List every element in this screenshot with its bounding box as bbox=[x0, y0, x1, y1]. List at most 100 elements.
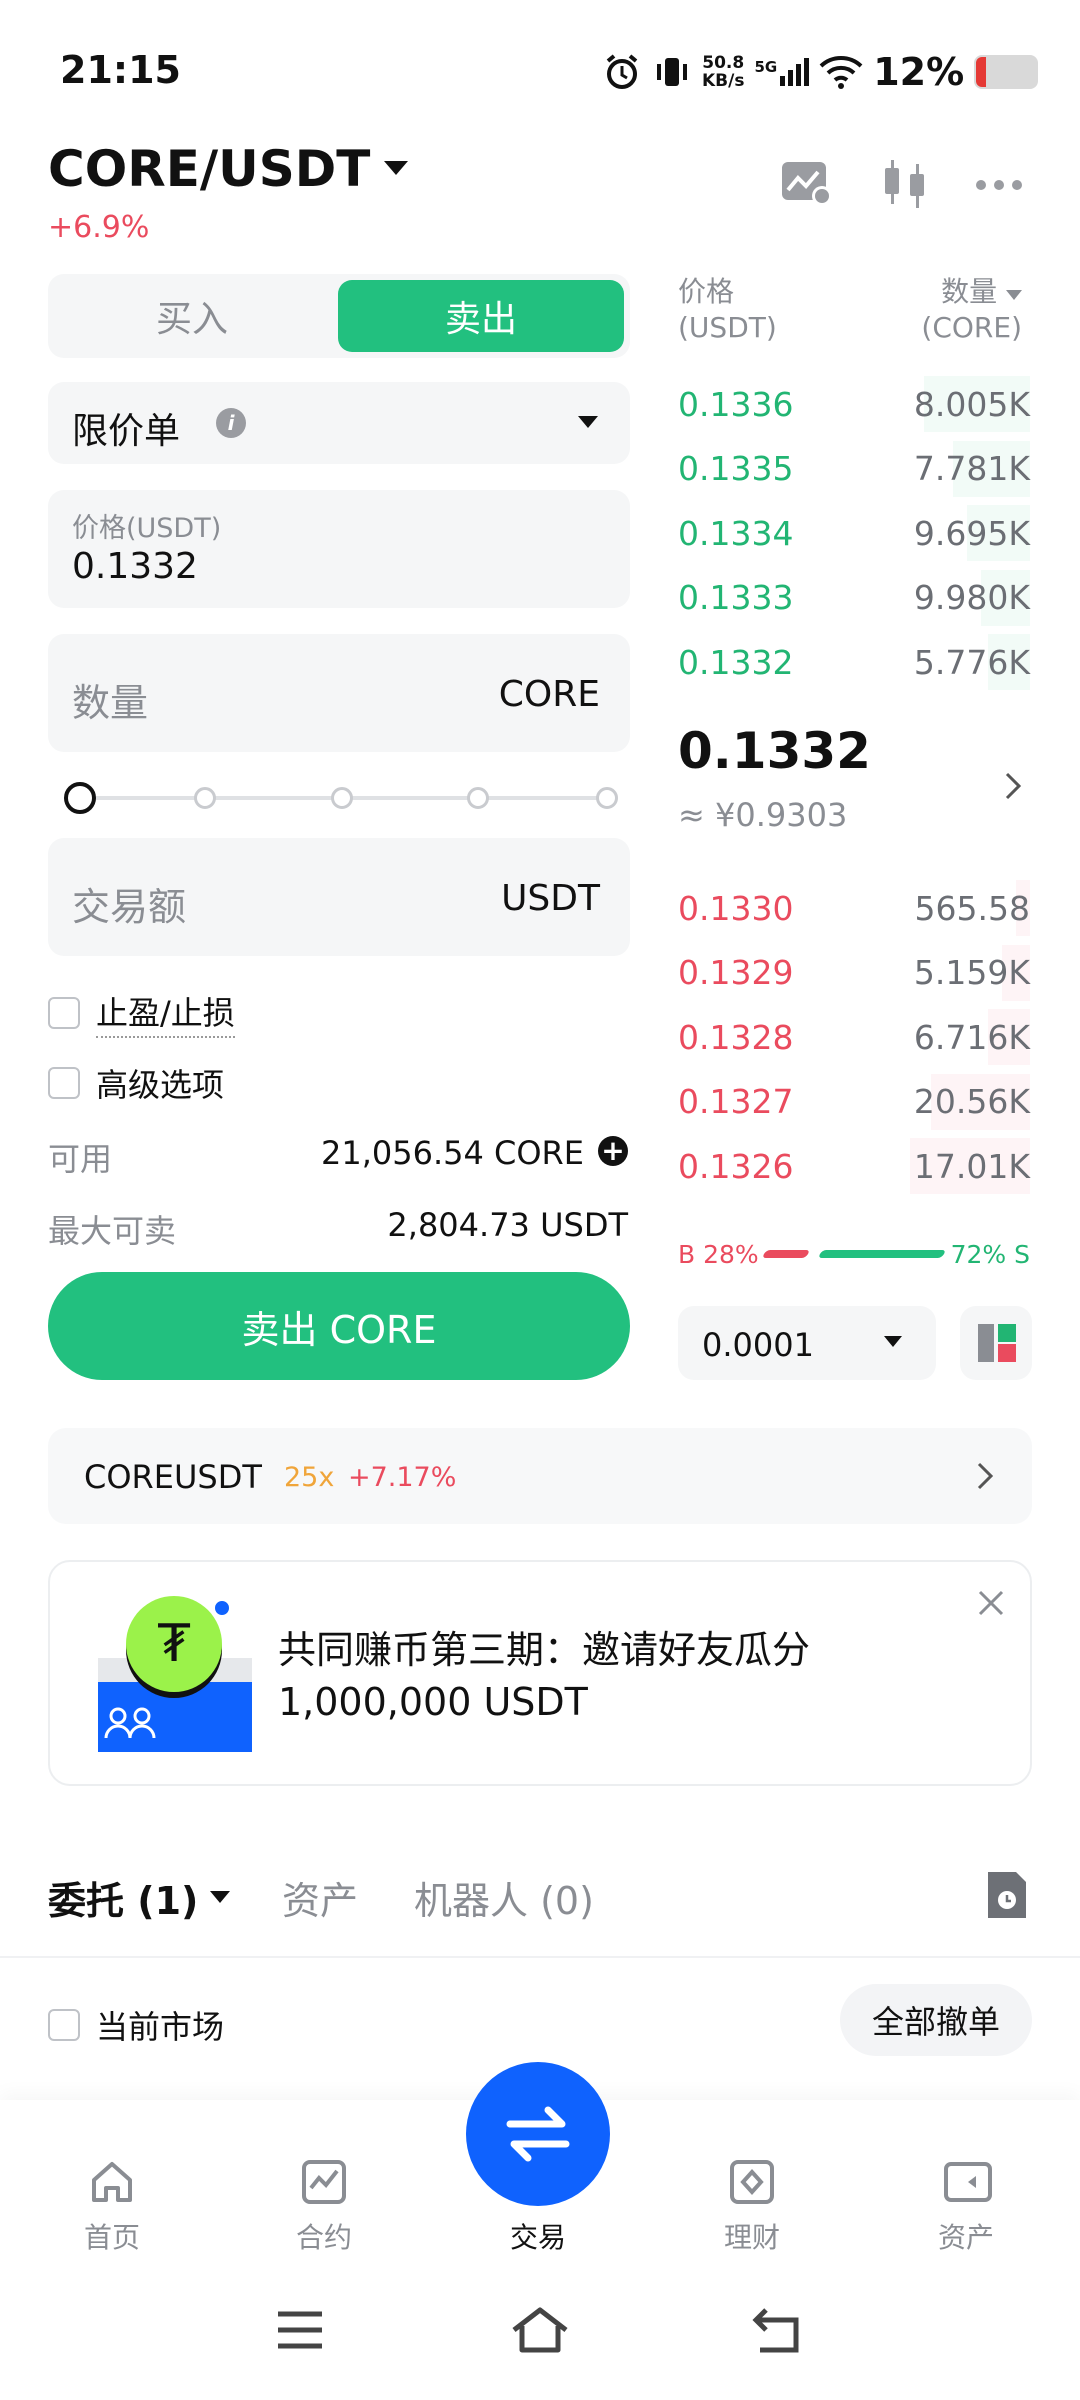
futures-change: +7.17% bbox=[348, 1462, 457, 1493]
cancel-all-button[interactable]: 全部撤单 bbox=[840, 1984, 1032, 2056]
nav-trade-button[interactable] bbox=[466, 2062, 610, 2206]
orderbook-qty: 8.005K bbox=[913, 384, 1030, 424]
slider-mark-25[interactable] bbox=[194, 787, 216, 809]
current-market-filter[interactable]: 当前市场 bbox=[48, 2002, 224, 2048]
menu-icon[interactable] bbox=[276, 2310, 324, 2350]
orderbook-price: 0.1335 bbox=[678, 449, 794, 488]
buy-ratio-bar bbox=[761, 1250, 811, 1258]
orderbook-row[interactable]: 0.1335 7.781K bbox=[678, 437, 1030, 501]
available-value: 21,056.54 CORE bbox=[320, 1134, 584, 1172]
tab-assets[interactable]: 资产 bbox=[282, 1870, 358, 1925]
orderbook-price: 0.1332 bbox=[678, 642, 794, 682]
orderbook-qty: 9.695K bbox=[913, 513, 1030, 553]
tab-orders[interactable]: 委托 (1) bbox=[48, 1870, 231, 1925]
system-nav bbox=[0, 2270, 1080, 2400]
pair-change: +6.9% bbox=[48, 210, 150, 245]
cellular-icon: 5G bbox=[754, 58, 810, 86]
chart-alert-icon[interactable] bbox=[780, 158, 834, 208]
slider-mark-50[interactable] bbox=[331, 787, 353, 809]
battery-icon bbox=[974, 55, 1039, 89]
orderbook-price: 0.1328 bbox=[678, 1017, 794, 1057]
back-icon[interactable] bbox=[752, 2306, 804, 2354]
tp-sl-checkbox[interactable] bbox=[48, 997, 80, 1029]
slider-mark-75[interactable] bbox=[467, 787, 489, 809]
alarm-icon bbox=[606, 54, 638, 89]
current-market-checkbox[interactable] bbox=[48, 2009, 80, 2041]
buy-sell-ratio: B 28% 72% S bbox=[678, 1236, 1030, 1272]
caret-down-icon bbox=[384, 161, 409, 175]
amount-slider[interactable] bbox=[64, 782, 618, 814]
advanced-option[interactable]: 高级选项 bbox=[48, 1060, 224, 1106]
buy-ratio: B 28% bbox=[678, 1240, 759, 1269]
order-type-select[interactable]: 限价单 i bbox=[48, 382, 630, 464]
more-icon[interactable] bbox=[976, 180, 1022, 190]
price-value: 0.1332 bbox=[72, 546, 198, 587]
price-label: 价格(USDT) bbox=[72, 513, 222, 544]
divider bbox=[0, 1956, 1080, 1958]
orderbook-row[interactable]: 0.1327 20.56K bbox=[678, 1070, 1030, 1134]
tab-sell[interactable]: 卖出 bbox=[338, 280, 624, 352]
amount-unit: CORE bbox=[498, 674, 600, 715]
advanced-checkbox[interactable] bbox=[48, 1067, 80, 1099]
total-unit: USDT bbox=[501, 878, 600, 919]
battery-percent: 12% bbox=[873, 50, 965, 94]
precision-select[interactable]: 0.0001 bbox=[678, 1306, 936, 1380]
depth-layout-button[interactable] bbox=[960, 1306, 1032, 1380]
orderbook-row[interactable]: 0.1330 565.58 bbox=[678, 876, 1030, 940]
ob-qty-header[interactable]: 数量 (CORE) bbox=[921, 274, 1022, 346]
home-icon bbox=[92, 2162, 132, 2202]
futures-link[interactable]: COREUSDT 25x +7.17% bbox=[48, 1428, 1032, 1524]
promo-banner[interactable]: ₮ 共同赚币第三期：邀请好友瓜分 1,000,000 USDT bbox=[48, 1560, 1032, 1786]
orderbook-qty: 565.58 bbox=[914, 888, 1030, 928]
info-icon[interactable]: i bbox=[216, 408, 246, 438]
orderbook-row[interactable]: 0.1329 5.159K bbox=[678, 941, 1030, 1005]
slider-thumb[interactable] bbox=[64, 782, 96, 814]
pair-selector[interactable]: CORE/USDT bbox=[48, 140, 409, 198]
status-bar: 21:15 50.8 KB/s 5G 12% bbox=[60, 48, 1039, 96]
max-sell-value: 2,804.73 USDT bbox=[387, 1206, 628, 1244]
pair-title: CORE/USDT bbox=[48, 140, 371, 198]
home-system-icon[interactable] bbox=[510, 2306, 570, 2354]
max-sell-label: 最大可卖 bbox=[48, 1212, 177, 1250]
orderbook-price: 0.1334 bbox=[678, 513, 794, 553]
promo-illustration: ₮ bbox=[98, 1596, 252, 1752]
orderbook-qty: 5.776K bbox=[913, 642, 1030, 682]
orderbook-qty: 5.159K bbox=[913, 953, 1030, 992]
orderbook-row[interactable]: 0.1334 9.695K bbox=[678, 501, 1030, 565]
orderbook-qty: 17.01K bbox=[913, 1146, 1030, 1186]
order-type-label: 限价单 bbox=[72, 411, 181, 452]
slider-mark-100[interactable] bbox=[596, 787, 618, 809]
plus-circle-icon[interactable]: + bbox=[598, 1136, 628, 1166]
precision-value: 0.0001 bbox=[702, 1326, 814, 1364]
orderbook-row[interactable]: 0.1336 8.005K bbox=[678, 372, 1030, 436]
advanced-label: 高级选项 bbox=[96, 1066, 225, 1104]
price-input[interactable]: 价格(USDT) 0.1332 bbox=[48, 490, 630, 608]
tab-bots[interactable]: 机器人 (0) bbox=[414, 1870, 594, 1925]
orderbook-price: 0.1336 bbox=[678, 384, 794, 424]
tether-coin-icon: ₮ bbox=[126, 1596, 222, 1692]
amount-input[interactable]: 数量 CORE bbox=[48, 634, 630, 752]
layout-icon bbox=[978, 1324, 1016, 1362]
close-icon[interactable] bbox=[976, 1588, 1006, 1618]
orderbook-row[interactable]: 0.1326 17.01K bbox=[678, 1134, 1030, 1198]
orderbook-price: 0.1330 bbox=[678, 888, 794, 928]
tp-sl-option[interactable]: 止盈/止损 bbox=[48, 988, 235, 1038]
futures-chart-icon bbox=[302, 2160, 346, 2204]
net-speed: 50.8 KB/s bbox=[702, 53, 745, 91]
available-label: 可用 bbox=[48, 1140, 113, 1178]
chevron-right-icon[interactable] bbox=[1004, 772, 1022, 800]
total-input[interactable]: 交易额 USDT bbox=[48, 838, 630, 956]
candlestick-icon[interactable] bbox=[880, 156, 930, 210]
ob-price-header: 价格 (USDT) bbox=[678, 275, 777, 344]
swap-icon bbox=[506, 2106, 570, 2162]
earn-icon bbox=[730, 2160, 774, 2204]
sell-submit-button[interactable]: 卖出 CORE bbox=[48, 1272, 630, 1380]
chevron-right-icon bbox=[977, 1462, 994, 1490]
clock: 21:15 bbox=[60, 48, 181, 92]
orderbook-row[interactable]: 0.1333 9.980K bbox=[678, 566, 1030, 630]
orderbook-row[interactable]: 0.1332 5.776K bbox=[678, 630, 1030, 694]
order-history-icon[interactable] bbox=[984, 1870, 1030, 1920]
tp-sl-label: 止盈/止损 bbox=[96, 988, 235, 1038]
tab-buy[interactable]: 买入 bbox=[48, 274, 336, 358]
orderbook-row[interactable]: 0.1328 6.716K bbox=[678, 1005, 1030, 1069]
